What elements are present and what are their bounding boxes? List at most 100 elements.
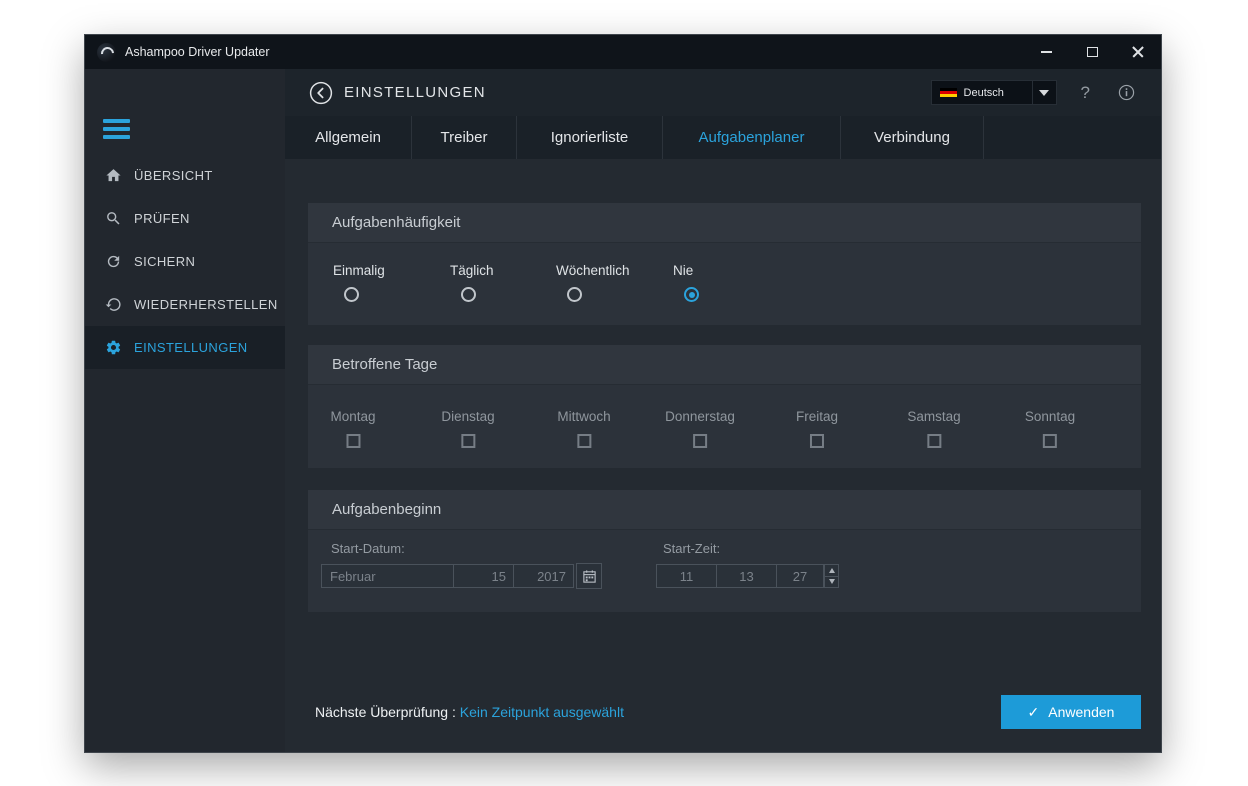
language-value: Deutsch: [964, 87, 1032, 99]
radio-einmalig[interactable]: [344, 287, 359, 302]
panel-days: Betroffene Tage Montag Dienstag Mittwoch: [308, 345, 1141, 468]
tab-label: Aufgabenplaner: [699, 129, 805, 146]
radio-label: Wöchentlich: [556, 263, 630, 279]
panel-start: Aufgabenbeginn Start-Datum:: [308, 490, 1141, 612]
calendar-icon: [582, 569, 597, 584]
help-button[interactable]: ?: [1081, 83, 1090, 103]
next-check-status: Nächste Überprüfung : Kein Zeitpunkt aus…: [315, 695, 624, 729]
hour-field[interactable]: [656, 564, 717, 588]
radio-label: Täglich: [450, 263, 494, 279]
tab-treiber[interactable]: Treiber: [412, 116, 517, 159]
tab-label: Treiber: [441, 129, 488, 146]
panel-frequency-title: Aufgabenhäufigkeit: [308, 203, 1141, 243]
search-icon: [105, 210, 122, 227]
tab-label: Ignorierliste: [551, 129, 629, 146]
tab-aufgabenplaner[interactable]: Aufgabenplaner: [663, 116, 841, 159]
day-option-dienstag[interactable]: Dienstag: [441, 409, 494, 448]
content-header: EINSTELLUNGEN Deutsch ?: [285, 69, 1161, 116]
window-controls: [1023, 35, 1161, 69]
month-field[interactable]: [321, 564, 454, 588]
sidebar-item-label: PRÜFEN: [134, 211, 190, 226]
checkbox-samstag[interactable]: [927, 434, 941, 448]
stepper-down-button[interactable]: [824, 577, 839, 589]
checkbox-label: Mittwoch: [557, 409, 610, 425]
tab-allgemein[interactable]: Allgemein: [285, 116, 412, 159]
radio-nie[interactable]: [684, 287, 699, 302]
checkbox-freitag[interactable]: [810, 434, 824, 448]
language-dropdown-button[interactable]: [1032, 81, 1056, 104]
tab-label: Allgemein: [315, 129, 381, 146]
sidebar-item-wiederherstellen[interactable]: WIEDERHERSTELLEN: [85, 283, 285, 326]
sidebar-item-einstellungen[interactable]: EINSTELLUNGEN: [85, 326, 285, 369]
checkbox-sonntag[interactable]: [1043, 434, 1057, 448]
maximize-icon: [1087, 47, 1098, 57]
checkbox-label: Freitag: [796, 409, 838, 425]
titlebar: Ashampoo Driver Updater: [85, 35, 1161, 69]
time-stepper: [824, 564, 839, 588]
tab-content: Aufgabenhäufigkeit Einmalig Täglich Wöch…: [285, 159, 1161, 752]
start-time-label: Start-Zeit:: [663, 541, 720, 556]
gear-icon: [105, 339, 122, 356]
sidebar-item-uebersicht[interactable]: ÜBERSICHT: [85, 154, 285, 197]
checkbox-label: Montag: [330, 409, 375, 425]
maximize-button[interactable]: [1069, 35, 1115, 69]
radio-label: Nie: [673, 263, 699, 279]
checkbox-mittwoch[interactable]: [577, 434, 591, 448]
checkbox-label: Samstag: [907, 409, 960, 425]
app-logo-icon: [97, 43, 116, 62]
home-icon: [105, 167, 122, 184]
apply-button[interactable]: ✓ Anwenden: [1001, 695, 1141, 729]
sidebar-item-label: SICHERN: [134, 254, 195, 269]
back-arrow-circle-icon[interactable]: [309, 81, 333, 105]
minimize-button[interactable]: [1023, 35, 1069, 69]
checkbox-dienstag[interactable]: [461, 434, 475, 448]
day-option-montag[interactable]: Montag: [330, 409, 375, 448]
chevron-down-icon: [1039, 90, 1049, 96]
day-option-mittwoch[interactable]: Mittwoch: [557, 409, 610, 448]
language-selector[interactable]: Deutsch: [931, 80, 1057, 105]
page-title: EINSTELLUNGEN: [344, 84, 486, 101]
frequency-option-woechentlich[interactable]: Wöchentlich: [556, 263, 630, 302]
day-option-donnerstag[interactable]: Donnerstag: [665, 409, 735, 448]
radio-taeglich[interactable]: [461, 287, 476, 302]
sidebar-nav: ÜBERSICHT PRÜFEN SICHERN WIEDERHERSTELLE…: [85, 154, 285, 369]
panel-start-title: Aufgabenbeginn: [308, 490, 1141, 530]
day-option-samstag[interactable]: Samstag: [907, 409, 960, 448]
sidebar-item-pruefen[interactable]: PRÜFEN: [85, 197, 285, 240]
frequency-option-einmalig[interactable]: Einmalig: [333, 263, 385, 302]
checkbox-donnerstag[interactable]: [693, 434, 707, 448]
minute-field[interactable]: [716, 564, 777, 588]
start-date-label: Start-Datum:: [331, 541, 405, 556]
day-option-sonntag[interactable]: Sonntag: [1025, 409, 1075, 448]
calendar-picker-button[interactable]: [576, 563, 602, 589]
checkbox-montag[interactable]: [346, 434, 360, 448]
year-field[interactable]: [513, 564, 574, 588]
window-title: Ashampoo Driver Updater: [125, 45, 270, 59]
tab-verbindung[interactable]: Verbindung: [841, 116, 984, 159]
info-circle-icon[interactable]: [1118, 84, 1135, 101]
day-option-freitag[interactable]: Freitag: [796, 409, 838, 448]
radio-woechentlich[interactable]: [567, 287, 582, 302]
apply-button-label: Anwenden: [1048, 704, 1114, 720]
tab-ignorierliste[interactable]: Ignorierliste: [517, 116, 663, 159]
minimize-icon: [1041, 51, 1052, 53]
second-field[interactable]: [776, 564, 824, 588]
panel-days-title: Betroffene Tage: [308, 345, 1141, 385]
close-button[interactable]: [1115, 35, 1161, 69]
settings-tabbar: Allgemein Treiber Ignorierliste Aufgaben…: [285, 116, 1161, 159]
hamburger-menu-icon[interactable]: [103, 119, 130, 143]
checkbox-label: Donnerstag: [665, 409, 735, 425]
tab-label: Verbindung: [874, 129, 950, 146]
stepper-up-button[interactable]: [824, 564, 839, 577]
german-flag-icon: [940, 88, 957, 98]
frequency-option-nie[interactable]: Nie: [673, 263, 699, 302]
sidebar-item-sichern[interactable]: SICHERN: [85, 240, 285, 283]
day-field[interactable]: [453, 564, 514, 588]
next-check-label: Nächste Überprüfung :: [315, 704, 456, 720]
chevron-down-icon: [829, 579, 835, 584]
check-icon: ✓: [1028, 704, 1040, 721]
sidebar-item-label: ÜBERSICHT: [134, 168, 213, 183]
frequency-option-taeglich[interactable]: Täglich: [450, 263, 494, 302]
sidebar: ÜBERSICHT PRÜFEN SICHERN WIEDERHERSTELLE…: [85, 69, 285, 752]
next-check-value: Kein Zeitpunkt ausgewählt: [460, 704, 624, 720]
